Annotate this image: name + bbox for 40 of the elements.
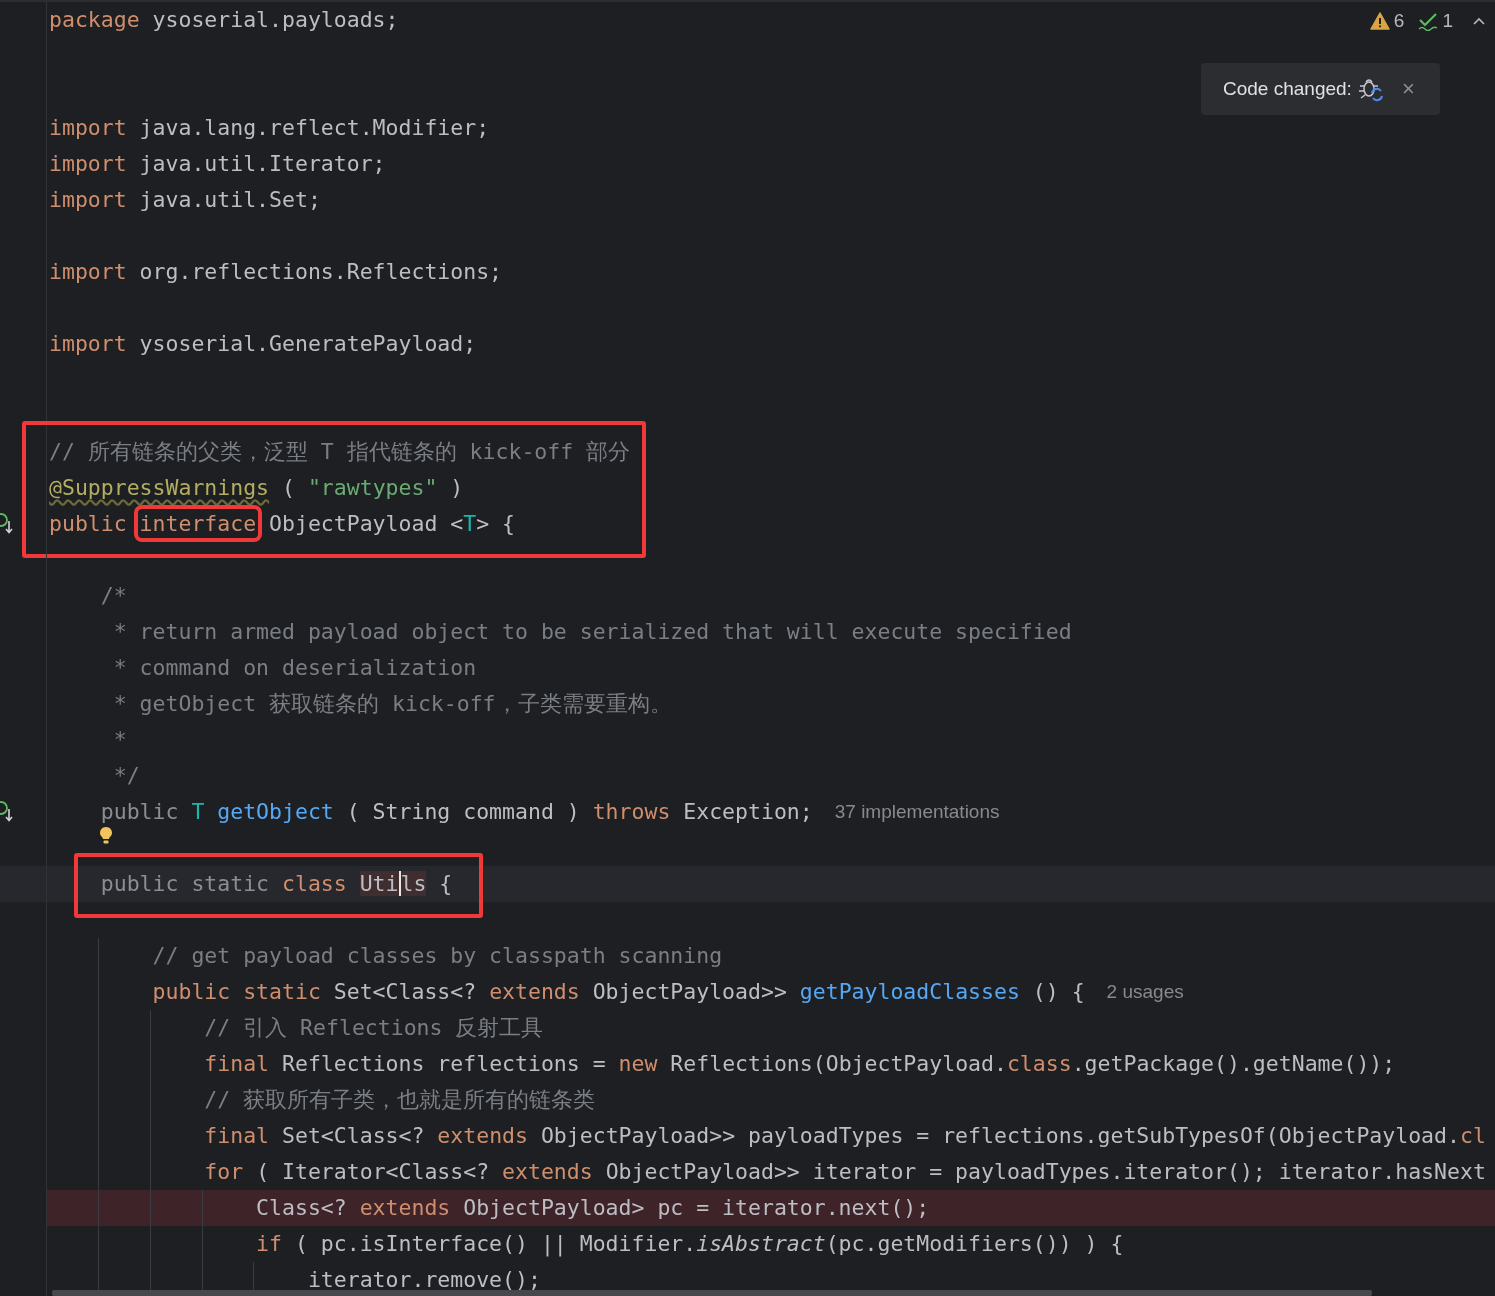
code-line: public T getObject ( String command ) throws Exception; (100, 798, 813, 826)
code-line: import java.util.Iterator; (49, 150, 386, 178)
code-line: final Reflections reflections = new Reflections(ObjectPayload.class.getPackage().getName()); (204, 1050, 1396, 1078)
check-icon[interactable] (1418, 11, 1439, 31)
code-line: * (113, 726, 127, 754)
code-line: /* (100, 582, 127, 610)
implementation-icon[interactable] (0, 801, 14, 823)
code-line: import java.lang.reflect.Modifier; (49, 114, 490, 142)
code-line: for ( Iterator<Class<? extends ObjectPayload>> iterator = payloadTypes.iterator(); iterator.hasNext (204, 1158, 1486, 1186)
code-line: // get payload classes by classpath scanning (152, 942, 723, 970)
code-line: import org.reflections.Reflections; (49, 258, 503, 286)
code-line: Class<? extends ObjectPayload> pc = iterator.next(); (256, 1194, 930, 1222)
code-line: @SuppressWarnings ( "rawtypes" ) (49, 474, 464, 502)
code-line: * command on deserialization (113, 654, 477, 682)
horizontal-scrollbar[interactable] (52, 1290, 1372, 1296)
code-line: iterator.remove(); (307, 1266, 541, 1294)
code-line: // 所有链条的父类，泛型 T 指代链条的 kick-off 部分 (49, 438, 631, 466)
warning-count[interactable]: 6 (1393, 10, 1405, 32)
inlay-hint[interactable]: 37 implementations (834, 801, 1000, 823)
code-line: package ysoserial.payloads; (49, 6, 399, 34)
code-line: * return armed payload object to be serialized that will execute specified (113, 618, 1072, 646)
code-line: if ( pc.isInterface() || Modifier.isAbstract(pc.getModifiers()) ) { (256, 1230, 1124, 1259)
notification-text: Code changed: (1223, 78, 1352, 100)
code-line: * getObject 获取链条的 kick-off，子类需要重构。 (113, 690, 672, 718)
inlay-hint[interactable]: 2 usages (1106, 981, 1184, 1003)
check-count[interactable]: 1 (1442, 10, 1453, 32)
code-line: import java.util.Set; (49, 186, 321, 214)
implementation-icon[interactable] (0, 513, 14, 535)
close-button[interactable]: × (1401, 76, 1415, 102)
code-line: // 获取所有子类，也就是所有的链条类 (204, 1086, 596, 1114)
bug-reload-icon[interactable] (1357, 76, 1384, 102)
chevron-up-icon[interactable] (1473, 17, 1485, 25)
code-line: final Set<Class<? extends ObjectPayload>> payloadTypes = reflections.getSubTypesOf(ObjectPayload.cl (204, 1122, 1486, 1150)
code-line: public static class Uti ls { (100, 870, 453, 898)
code-line: */ (113, 762, 140, 790)
warning-icon[interactable] (1369, 12, 1390, 30)
code-line: // 引入 Reflections 反射工具 (204, 1014, 544, 1042)
code-line: import ysoserial.GeneratePayload; (49, 330, 477, 358)
lightbulb-icon[interactable] (99, 826, 113, 846)
code-line: public static Set<Class<? extends ObjectPayload>> getPayloadClasses () { (152, 978, 1085, 1006)
